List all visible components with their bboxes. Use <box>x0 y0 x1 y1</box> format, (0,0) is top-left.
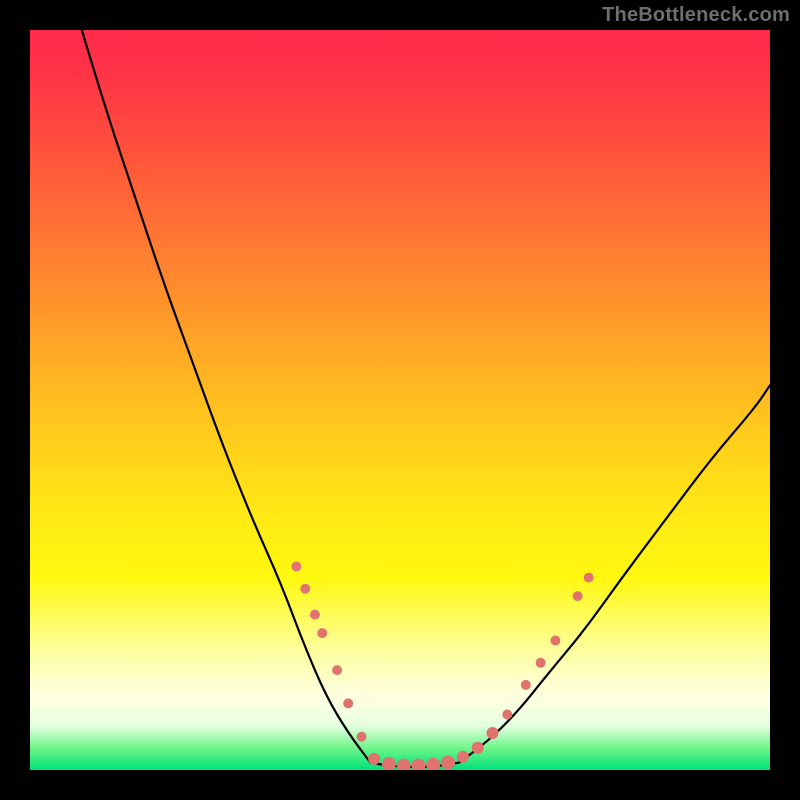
data-marker <box>368 753 380 765</box>
data-marker <box>441 756 455 770</box>
data-marker <box>317 628 327 638</box>
data-marker <box>573 591 583 601</box>
watermark-text: TheBottleneck.com <box>602 4 790 27</box>
data-marker <box>343 698 353 708</box>
data-marker <box>536 658 546 668</box>
data-marker <box>412 759 426 770</box>
data-marker <box>382 757 396 770</box>
data-marker <box>502 710 512 720</box>
plot-area <box>30 30 770 770</box>
data-marker <box>310 610 320 620</box>
data-marker <box>472 742 484 754</box>
data-marker <box>357 732 367 742</box>
data-marker <box>521 680 531 690</box>
data-marker <box>550 636 560 646</box>
data-marker <box>426 758 440 770</box>
marker-layer <box>30 30 770 770</box>
data-marker <box>300 584 310 594</box>
data-marker <box>332 665 342 675</box>
data-marker <box>397 759 411 770</box>
data-marker <box>584 573 594 583</box>
data-marker <box>457 751 469 763</box>
data-marker <box>291 562 301 572</box>
chart-stage: TheBottleneck.com <box>0 0 800 800</box>
data-marker <box>487 727 499 739</box>
